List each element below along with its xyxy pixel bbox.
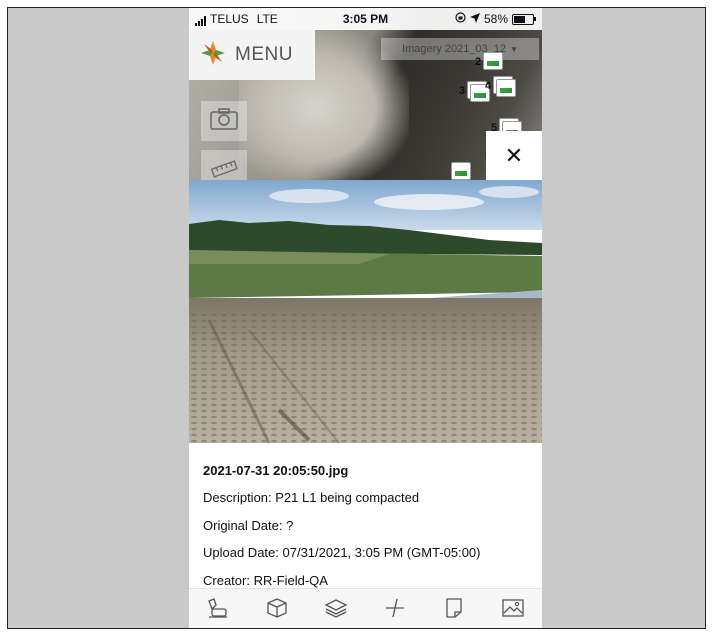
imagery-selector[interactable]: Imagery 2021_03_12 ▼ <box>381 38 539 60</box>
status-right: 58% <box>455 12 536 26</box>
photo-description: Description: P21 L1 being compacted <box>203 490 420 505</box>
photo-cluster-marker[interactable]: 3 <box>459 81 490 102</box>
map-view[interactable]: MENU Imagery 2021_03_12 ▼ 2 3 4 5 ✕ <box>189 8 542 180</box>
photo-cluster-marker[interactable]: 2 <box>475 52 503 72</box>
phone-screen: MENU Imagery 2021_03_12 ▼ 2 3 4 5 ✕ TELU… <box>189 8 542 628</box>
photo-thumb-icon <box>451 162 471 180</box>
status-bar: TELUS LTE 3:05 PM 58% <box>189 8 542 30</box>
photo-creator: Creator: RR-Field-QA <box>203 573 328 588</box>
measure-button[interactable] <box>201 150 247 180</box>
logo-icon <box>199 39 227 72</box>
camera-icon <box>209 107 239 136</box>
cluster-count: 2 <box>475 56 482 68</box>
menu-label: MENU <box>235 44 293 65</box>
ruler-icon <box>209 156 239 181</box>
chevron-down-icon: ▼ <box>510 44 518 54</box>
photo-details: 2021-07-31 20:05:50.jpg Description: P21… <box>189 443 542 588</box>
measure-tool-button[interactable] <box>380 595 410 625</box>
battery-percent: 58% <box>483 12 508 26</box>
bucket-icon <box>206 597 230 624</box>
photo-thumb-icon <box>496 79 516 97</box>
close-icon: ✕ <box>504 143 524 168</box>
site-photo[interactable] <box>189 180 542 443</box>
image-icon <box>501 597 525 624</box>
bottom-toolbar <box>189 588 542 628</box>
location-arrow-icon <box>469 12 480 26</box>
photo-original-date: Original Date: ? <box>203 518 294 533</box>
photo-cluster-marker[interactable]: 4 <box>485 76 516 97</box>
cluster-count: 4 <box>485 80 492 92</box>
cube-icon <box>266 597 288 624</box>
screenshot-frame: MENU Imagery 2021_03_12 ▼ 2 3 4 5 ✕ TELU… <box>7 7 706 629</box>
close-button[interactable]: ✕ <box>486 131 542 180</box>
cluster-count: 3 <box>459 85 466 97</box>
photo-cluster-marker[interactable] <box>451 162 471 180</box>
note-icon <box>444 597 464 624</box>
photos-button[interactable] <box>498 595 528 625</box>
3d-view-button[interactable] <box>262 595 292 625</box>
rotation-lock-icon <box>455 12 466 26</box>
excavation-button[interactable] <box>203 595 233 625</box>
layers-button[interactable] <box>321 595 351 625</box>
notes-button[interactable] <box>439 595 469 625</box>
battery-icon <box>512 13 536 25</box>
layers-icon <box>324 597 348 624</box>
photo-upload-date: Upload Date: 07/31/2021, 3:05 PM (GMT-05… <box>203 545 481 560</box>
menu-button[interactable]: MENU <box>189 30 315 80</box>
plus-icon <box>384 597 406 624</box>
photo-filename: 2021-07-31 20:05:50.jpg <box>203 463 349 478</box>
camera-button[interactable] <box>201 101 247 141</box>
photo-thumb-icon <box>483 52 503 70</box>
